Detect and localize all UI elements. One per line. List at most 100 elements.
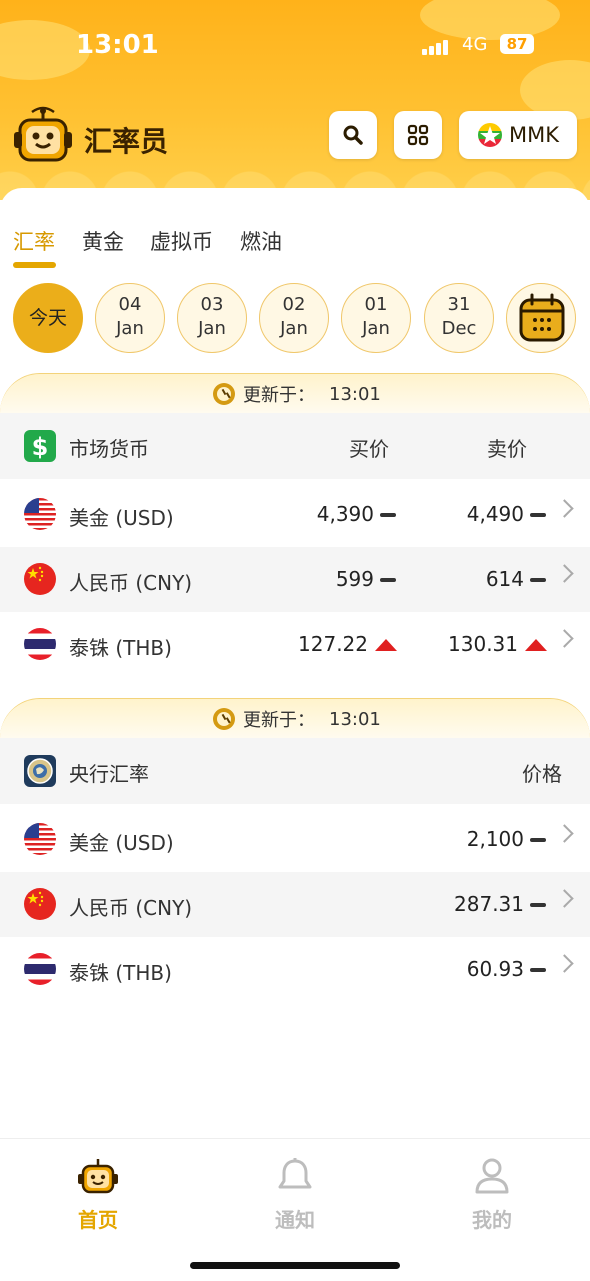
- china-flag-icon: [24, 888, 56, 920]
- content-sheet-top: [0, 188, 590, 218]
- apps-grid-button[interactable]: [394, 111, 442, 159]
- date-month: Dec: [441, 318, 477, 339]
- grid-icon: [407, 124, 429, 146]
- app-bar: 汇率员 MMK: [0, 104, 590, 168]
- central-rate-label: 央行汇率: [69, 762, 149, 786]
- clock-icon: [213, 383, 235, 405]
- buy-header: 买价: [349, 437, 389, 461]
- svg-text:$: $: [32, 433, 49, 461]
- calendar-icon: [519, 293, 565, 342]
- status-time: 13:01: [76, 30, 159, 60]
- calendar-button[interactable]: [506, 283, 576, 353]
- sell-value: 130.31: [448, 632, 518, 656]
- market-row-thb[interactable]: 泰铢 (THB) 127.22 130.31: [0, 612, 590, 677]
- currency-selector-button[interactable]: MMK: [459, 111, 577, 159]
- date-month: Jan: [362, 318, 390, 339]
- network-type: 4G: [462, 34, 488, 55]
- price-header: 价格: [522, 762, 562, 786]
- central-table-header: 央行汇率 价格: [0, 738, 590, 804]
- market-row-cny[interactable]: 人民币 (CNY) 599 614: [0, 547, 590, 612]
- buy-value: 4,390: [316, 502, 374, 526]
- category-tabs: 汇率 黄金 虚拟币 燃油: [0, 222, 590, 272]
- date-day: 02: [282, 294, 306, 315]
- home-indicator[interactable]: [190, 1262, 400, 1269]
- bottom-navigation: 首页 通知 我的: [0, 1138, 590, 1281]
- date-day: 03: [200, 294, 224, 315]
- updated-label: 更新于：: [243, 710, 315, 731]
- date-month: Jan: [280, 318, 308, 339]
- flat-trend-icon: [530, 513, 546, 517]
- date-button[interactable]: 03 Jan: [177, 283, 247, 353]
- central-row-thb[interactable]: 泰铢 (THB) 60.93: [0, 937, 590, 1002]
- us-flag-icon: [24, 823, 56, 855]
- signal-icon: [422, 36, 450, 55]
- price-value: 287.31: [454, 892, 524, 916]
- nav-notifications-label: 通知: [275, 1208, 315, 1232]
- central-row-cny[interactable]: 人民币 (CNY) 287.31: [0, 872, 590, 937]
- updated-label: 更新于：: [243, 385, 315, 406]
- sell-value: 4,490: [466, 502, 524, 526]
- us-flag-icon: [24, 498, 56, 530]
- flat-trend-icon: [380, 578, 396, 582]
- currency-name: 人民币 (CNY): [69, 896, 193, 920]
- date-button[interactable]: 02 Jan: [259, 283, 329, 353]
- updated-time: 13:01: [329, 708, 381, 730]
- flat-trend-icon: [530, 903, 546, 907]
- currency-name: 泰铢 (THB): [69, 636, 172, 660]
- robot-home-icon: [78, 1159, 118, 1194]
- dollar-icon: $: [24, 430, 56, 462]
- flat-trend-icon: [530, 968, 546, 972]
- myanmar-flag-icon: [477, 123, 502, 147]
- chevron-right-icon: [555, 889, 574, 908]
- nav-profile-label: 我的: [472, 1208, 512, 1232]
- nav-notifications[interactable]: 通知: [245, 1157, 345, 1233]
- bell-icon: [278, 1158, 312, 1189]
- chevron-right-icon: [555, 824, 574, 843]
- date-today-button[interactable]: 今天: [13, 283, 83, 353]
- chevron-right-icon: [555, 629, 574, 648]
- date-button[interactable]: 04 Jan: [95, 283, 165, 353]
- nav-profile[interactable]: 我的: [442, 1157, 542, 1233]
- search-icon: [343, 125, 363, 145]
- central-row-usd[interactable]: 美金 (USD) 2,100: [0, 807, 590, 872]
- date-button[interactable]: 01 Jan: [341, 283, 411, 353]
- price-value: 2,100: [466, 827, 524, 851]
- chevron-right-icon: [555, 954, 574, 973]
- thailand-flag-icon: [24, 628, 56, 660]
- up-trend-icon: [525, 639, 547, 651]
- nav-home-label: 首页: [78, 1208, 118, 1232]
- chevron-right-icon: [555, 499, 574, 518]
- central-updated-banner: 更新于： 13:01: [0, 698, 590, 738]
- up-trend-icon: [375, 639, 397, 651]
- app-title: 汇率员: [84, 125, 169, 158]
- tab-fuel[interactable]: 燃油: [240, 226, 282, 256]
- currency-name: 人民币 (CNY): [69, 571, 193, 595]
- price-value: 60.93: [466, 957, 524, 981]
- tab-crypto[interactable]: 虚拟币: [150, 226, 213, 256]
- tab-gold[interactable]: 黄金: [82, 226, 124, 256]
- buy-value: 127.22: [298, 632, 368, 656]
- date-month: Jan: [198, 318, 226, 339]
- date-today-label: 今天: [28, 307, 67, 329]
- market-updated-banner: 更新于： 13:01: [0, 373, 590, 413]
- nav-home[interactable]: 首页: [48, 1157, 148, 1233]
- date-day: 31: [447, 294, 471, 315]
- user-icon: [475, 1158, 509, 1194]
- flat-trend-icon: [530, 838, 546, 842]
- updated-time: 13:01: [329, 383, 381, 405]
- currency-code: MMK: [508, 123, 559, 147]
- market-row-usd[interactable]: 美金 (USD) 4,390 4,490: [0, 482, 590, 547]
- search-button[interactable]: [329, 111, 377, 159]
- china-flag-icon: [24, 563, 56, 595]
- robot-logo-icon: [12, 106, 74, 168]
- flat-trend-icon: [530, 578, 546, 582]
- currency-name: 美金 (USD): [69, 506, 174, 530]
- market-currency-label: 市场货币: [69, 437, 149, 461]
- tab-exchange-rate[interactable]: 汇率: [13, 226, 55, 256]
- chevron-right-icon: [555, 564, 574, 583]
- date-month: Jan: [116, 318, 144, 339]
- battery-icon: 87: [500, 34, 534, 54]
- date-button[interactable]: 31 Dec: [424, 283, 494, 353]
- date-selector: 今天 04 Jan 03 Jan 02 Jan 01 Jan 31 Dec: [0, 283, 590, 355]
- sell-value: 614: [485, 567, 524, 591]
